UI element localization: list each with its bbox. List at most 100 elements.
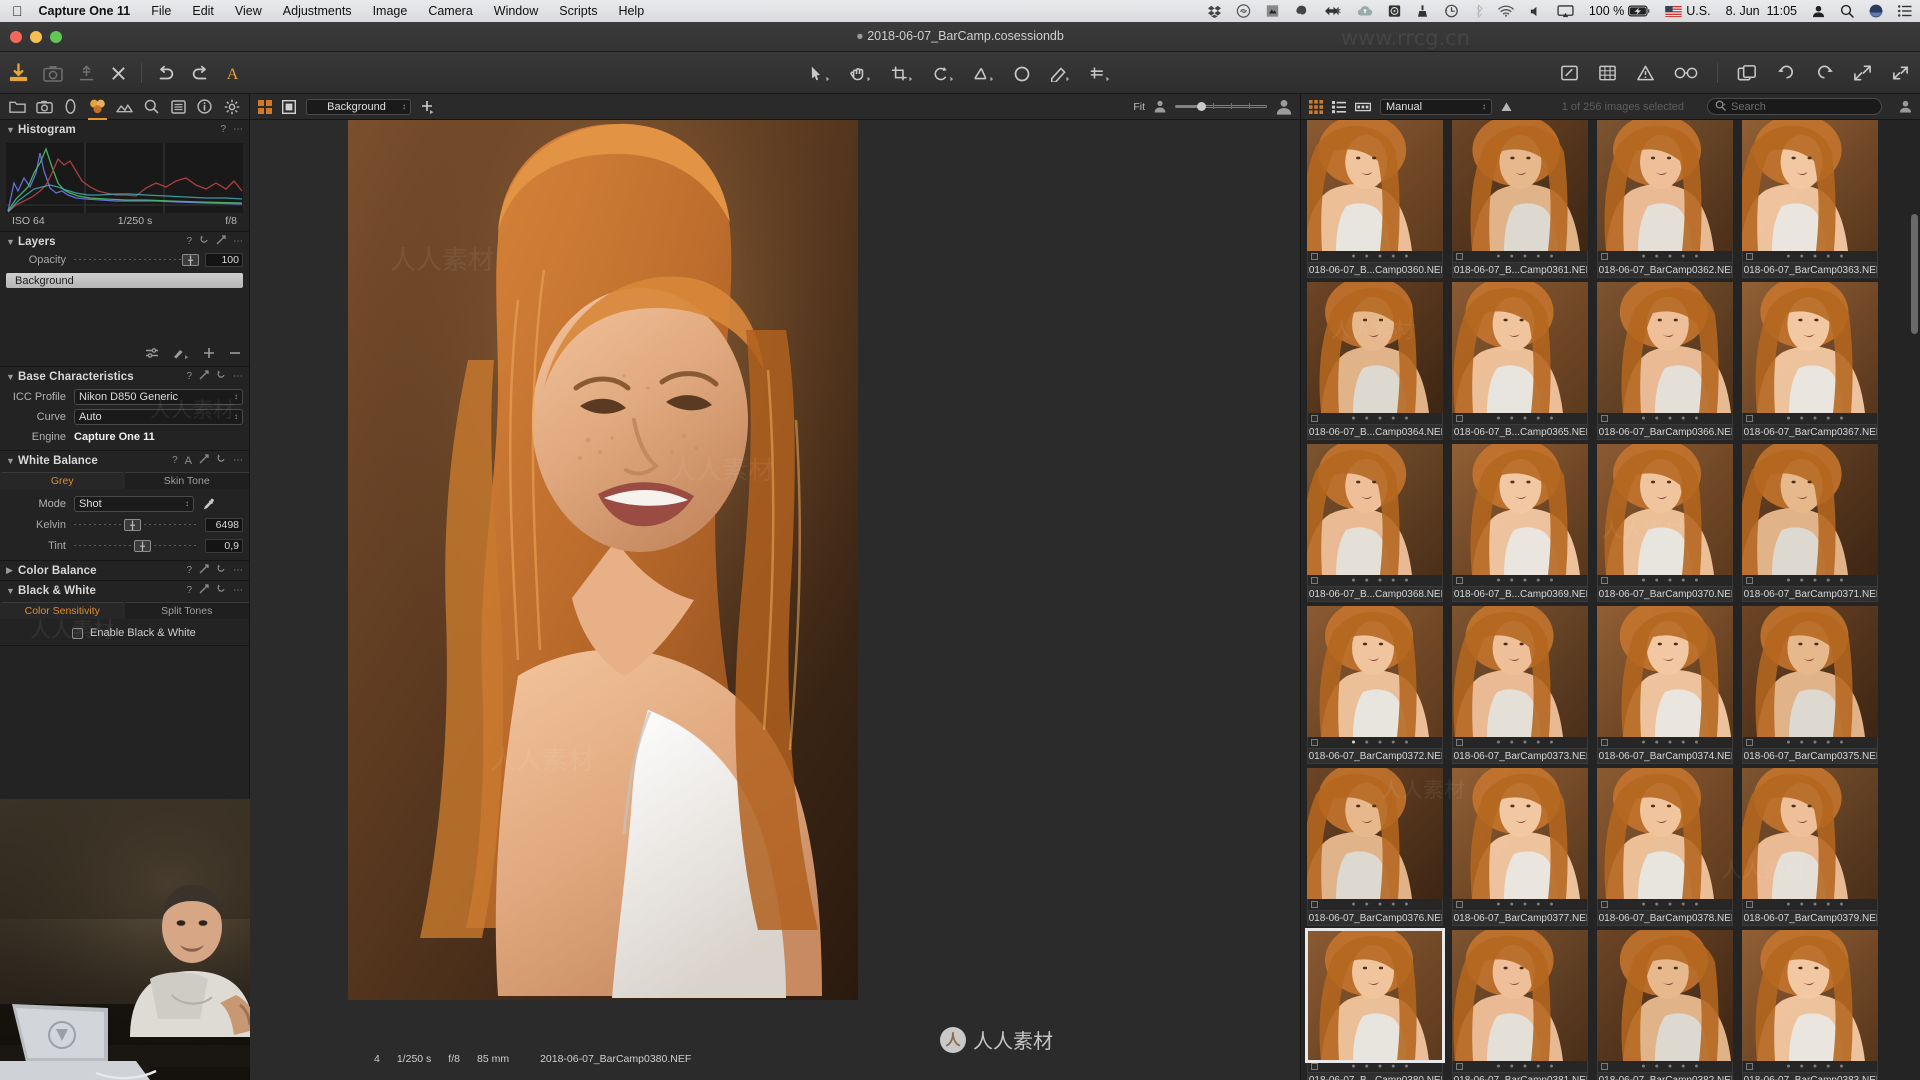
thumbnail-star-rating[interactable]: ● ● ● ● ● xyxy=(1466,577,1584,584)
star-5[interactable]: ● xyxy=(1694,901,1698,908)
pointer-tool-icon[interactable] xyxy=(809,65,831,82)
thumbnail-image[interactable] xyxy=(1452,120,1588,251)
thumbnail-cell[interactable]: ● ● ● ● ● 2018-06-07_B...Camp0360.NEF xyxy=(1307,120,1443,278)
thumbnail-star-rating[interactable]: ● ● ● ● ● xyxy=(1756,901,1874,908)
add-variant-icon[interactable] xyxy=(421,100,435,114)
fullscreen-icon[interactable] xyxy=(1891,64,1910,82)
star-3[interactable]: ● xyxy=(1523,901,1527,908)
chevron-down-icon[interactable]: ▼ xyxy=(6,237,18,247)
star-3[interactable]: ● xyxy=(1523,415,1527,422)
thumbnail-select-checkbox[interactable] xyxy=(1746,901,1753,908)
thumbnail-cell[interactable]: ● ● ● ● ● 2018-06-07_B...Camp0368.NEF xyxy=(1307,444,1443,602)
star-1[interactable]: ● xyxy=(1786,415,1790,422)
variant-select[interactable]: Background ↕ xyxy=(306,98,411,115)
chevron-down-icon[interactable]: ▼ xyxy=(6,372,18,382)
thumbnail-image[interactable] xyxy=(1452,768,1588,899)
adjustments-tab[interactable] xyxy=(165,94,192,120)
star-1[interactable]: ● xyxy=(1496,739,1500,746)
auto-adjust-button[interactable]: A xyxy=(185,455,192,467)
dropbox-icon[interactable] xyxy=(1207,5,1221,18)
kelvin-value[interactable]: 6498 xyxy=(205,518,243,532)
grid-overlay-icon[interactable] xyxy=(1598,64,1617,82)
star-2[interactable]: ● xyxy=(1655,901,1659,908)
zoom-slider[interactable] xyxy=(1175,101,1267,112)
icc-profile-select[interactable]: Nikon D850 Generic ↕ xyxy=(74,389,243,405)
thumbnail-star-rating[interactable]: ● ● ● ● ● xyxy=(1611,1063,1729,1070)
star-2[interactable]: ● xyxy=(1800,415,1804,422)
thumbnail-select-checkbox[interactable] xyxy=(1746,415,1753,422)
thumbnail-select-checkbox[interactable] xyxy=(1746,577,1753,584)
panel-menu-icon[interactable]: ⋯ xyxy=(233,455,243,466)
star-5[interactable]: ● xyxy=(1694,253,1698,260)
star-2[interactable]: ● xyxy=(1365,253,1369,260)
keystone-tool-icon[interactable] xyxy=(973,65,995,82)
star-4[interactable]: ● xyxy=(1681,577,1685,584)
menu-item-image[interactable]: Image xyxy=(373,4,408,18)
star-3[interactable]: ● xyxy=(1813,253,1817,260)
menubar-date[interactable]: 8. Jun xyxy=(1726,4,1760,18)
star-3[interactable]: ● xyxy=(1813,415,1817,422)
thumbnail-cell[interactable]: ● ● ● ● ● 2018-06-07_BarCamp0371.NEF xyxy=(1742,444,1878,602)
star-5[interactable]: ● xyxy=(1839,1063,1843,1070)
adjustments-clipboard-icon[interactable] xyxy=(1560,64,1579,82)
menu-item-scripts[interactable]: Scripts xyxy=(559,4,597,18)
apple-logo-icon[interactable]:  xyxy=(12,4,23,18)
star-4[interactable]: ● xyxy=(1391,901,1395,908)
add-layer-icon[interactable] xyxy=(203,346,215,364)
star-4[interactable]: ● xyxy=(1536,577,1540,584)
color-balance-header[interactable]: ▶ Color Balance ? ⋯ xyxy=(0,561,249,580)
library-tab[interactable] xyxy=(4,94,31,120)
star-4[interactable]: ● xyxy=(1826,739,1830,746)
star-2[interactable]: ● xyxy=(1800,739,1804,746)
star-1[interactable]: ● xyxy=(1641,1063,1645,1070)
rotate-left-icon[interactable] xyxy=(1777,64,1796,82)
expand-panel-icon[interactable] xyxy=(199,370,209,383)
sort-order-select[interactable]: Manual ↕ xyxy=(1380,98,1492,115)
star-3[interactable]: ● xyxy=(1378,739,1382,746)
star-4[interactable]: ● xyxy=(1391,415,1395,422)
star-4[interactable]: ● xyxy=(1681,1063,1685,1070)
star-2[interactable]: ● xyxy=(1365,577,1369,584)
star-1[interactable]: ● xyxy=(1641,901,1645,908)
star-4[interactable]: ● xyxy=(1536,739,1540,746)
star-3[interactable]: ● xyxy=(1813,901,1817,908)
import-icon[interactable] xyxy=(8,63,29,83)
tint-slider[interactable]: ╋ xyxy=(74,540,199,552)
star-4[interactable]: ● xyxy=(1536,415,1540,422)
star-5[interactable]: ● xyxy=(1694,1063,1698,1070)
thumbnail-select-checkbox[interactable] xyxy=(1311,739,1318,746)
menubar-clock[interactable]: 11:05 xyxy=(1767,4,1797,18)
thumbnail-cell[interactable]: ● ● ● ● ● 2018-06-07_B...Camp0364.NEF xyxy=(1307,282,1443,440)
expand-panel-icon[interactable] xyxy=(199,584,209,597)
star-1[interactable]: ● xyxy=(1496,577,1500,584)
white-balance-header[interactable]: ▼ White Balance ? A ⋯ xyxy=(0,451,249,470)
star-5[interactable]: ● xyxy=(1839,577,1843,584)
sort-ascending-icon[interactable] xyxy=(1501,102,1512,112)
panel-menu-icon[interactable]: ⋯ xyxy=(233,585,243,596)
star-4[interactable]: ● xyxy=(1391,739,1395,746)
thumbnail-star-rating[interactable]: ● ● ● ● ● xyxy=(1756,739,1874,746)
star-1[interactable]: ● xyxy=(1351,1063,1355,1070)
capture-tab[interactable] xyxy=(31,94,58,120)
thumbnail-star-rating[interactable]: ● ● ● ● ● xyxy=(1321,901,1439,908)
thumbnail-star-rating[interactable]: ● ● ● ● ● xyxy=(1611,901,1729,908)
star-3[interactable]: ● xyxy=(1378,415,1382,422)
multi-view-icon[interactable] xyxy=(258,99,272,114)
redo-icon[interactable] xyxy=(190,65,210,81)
white-balance-tabs[interactable]: Grey Skin Tone xyxy=(0,472,249,489)
star-2[interactable]: ● xyxy=(1510,253,1514,260)
layer-options-icon[interactable] xyxy=(145,346,159,364)
star-1[interactable]: ● xyxy=(1786,739,1790,746)
reset-icon[interactable] xyxy=(199,235,209,248)
thumbnail-grid[interactable]: ● ● ● ● ● 2018-06-07_B...Camp0360.NEF ● ● ● ● ● 20… xyxy=(1301,120,1910,1080)
thumbnail-select-checkbox[interactable] xyxy=(1456,901,1463,908)
thumbnail-cell[interactable]: ● ● ● ● ● 2018-06-07_B...Camp0365.NEF xyxy=(1452,282,1588,440)
star-5[interactable]: ● xyxy=(1549,1063,1553,1070)
star-5[interactable]: ● xyxy=(1404,1063,1408,1070)
star-2[interactable]: ● xyxy=(1365,739,1369,746)
star-2[interactable]: ● xyxy=(1365,1063,1369,1070)
star-4[interactable]: ● xyxy=(1826,253,1830,260)
thumbnail-image[interactable] xyxy=(1452,606,1588,737)
thumbnail-select-checkbox[interactable] xyxy=(1601,415,1608,422)
metadata-tab[interactable] xyxy=(191,94,218,120)
